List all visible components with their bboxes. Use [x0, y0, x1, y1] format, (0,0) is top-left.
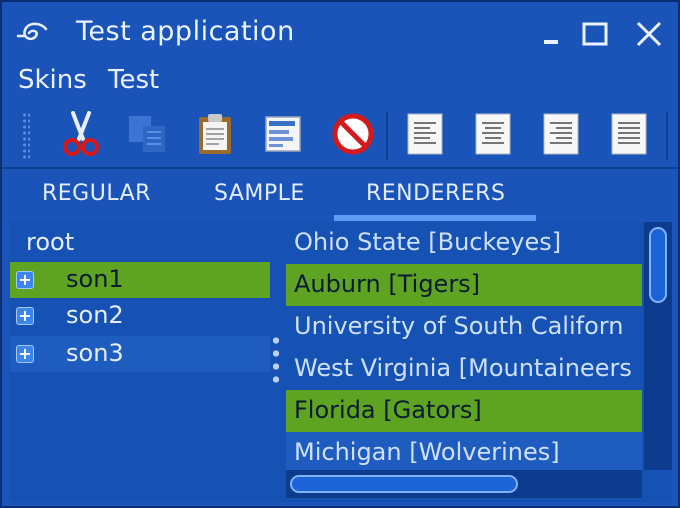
tree-node-son3[interactable]: + son3: [10, 336, 270, 372]
tree-node-label: son1: [66, 265, 124, 293]
align-left-icon: [407, 113, 443, 155]
tab-sample[interactable]: SAMPLE: [214, 181, 305, 206]
align-right-button[interactable]: [538, 110, 584, 158]
align-right-icon: [543, 113, 579, 155]
properties-icon: [265, 116, 301, 152]
tab-bar: REGULAR SAMPLE RENDERERS: [2, 167, 678, 221]
expand-icon[interactable]: +: [16, 307, 34, 325]
horizontal-scrollbar[interactable]: [286, 470, 642, 498]
align-justify-icon: [611, 113, 647, 155]
list-item-label: University of South Californ: [294, 312, 624, 340]
maximize-icon[interactable]: [578, 16, 612, 52]
vertical-scrollbar[interactable]: [644, 222, 672, 470]
paste-icon: [199, 114, 231, 154]
vertical-scroll-thumb[interactable]: [649, 227, 667, 303]
list-item[interactable]: Ohio State [Buckeyes]: [286, 222, 642, 264]
minimize-icon[interactable]: [532, 16, 566, 52]
menu-test[interactable]: Test: [108, 65, 159, 95]
list-item[interactable]: Michigan [Wolverines]: [286, 432, 642, 470]
tab-renderers[interactable]: RENDERERS: [366, 181, 505, 206]
toolbar-separator: [386, 112, 388, 160]
split-pane-divider[interactable]: [272, 334, 280, 386]
stop-icon: [332, 113, 374, 155]
copy-icon: [129, 116, 165, 152]
horizontal-scroll-thumb[interactable]: [290, 475, 518, 493]
list-item[interactable]: University of South Californ: [286, 306, 642, 348]
expand-icon[interactable]: +: [16, 345, 34, 363]
list-item-label: West Virginia [Mountaineers: [294, 354, 632, 382]
stop-button[interactable]: [330, 110, 376, 158]
tree-node-son2[interactable]: + son2: [10, 298, 270, 334]
tree-node-label: son2: [66, 301, 124, 329]
expand-icon[interactable]: +: [16, 271, 34, 289]
list-item[interactable]: Auburn [Tigers]: [286, 264, 642, 306]
cut-button[interactable]: [58, 110, 104, 158]
align-justify-button[interactable]: [606, 110, 652, 158]
list-item-label: Ohio State [Buckeyes]: [294, 228, 562, 256]
cut-icon: [63, 111, 99, 156]
align-center-button[interactable]: [470, 110, 516, 158]
toolbar-separator: [666, 112, 668, 160]
list-item-label: Florida [Gators]: [294, 396, 482, 424]
selected-tab-indicator: [334, 215, 536, 221]
properties-button[interactable]: [260, 110, 306, 158]
paste-button[interactable]: [192, 110, 238, 158]
list-item[interactable]: West Virginia [Mountaineers: [286, 348, 642, 390]
list-item-label: Michigan [Wolverines]: [294, 438, 560, 466]
renderers-panel: root + son1 + son2 + son3 Ohio State [Bu…: [10, 222, 672, 502]
app-icon: [16, 22, 48, 41]
align-center-icon: [475, 113, 511, 155]
list-item-label: Auburn [Tigers]: [294, 270, 481, 298]
toolbar-grip[interactable]: [22, 112, 30, 160]
tree-view: root + son1 + son2 + son3: [10, 222, 272, 502]
toolbar: [2, 104, 678, 164]
title-bar[interactable]: Test application: [2, 2, 678, 64]
tree-root-label[interactable]: root: [26, 228, 74, 256]
application-window: Test application Skins Test REGULAR SAMP…: [0, 0, 680, 508]
menu-bar: Skins Test: [2, 62, 678, 104]
window-title: Test application: [76, 16, 295, 47]
copy-button[interactable]: [124, 110, 170, 158]
tree-node-son1[interactable]: + son1: [10, 262, 270, 298]
tree-node-label: son3: [66, 339, 124, 367]
close-icon[interactable]: [632, 16, 666, 52]
list-item[interactable]: Florida [Gators]: [286, 390, 642, 432]
menu-skins[interactable]: Skins: [18, 65, 87, 95]
tab-regular[interactable]: REGULAR: [42, 181, 151, 206]
team-list: Ohio State [Buckeyes] Auburn [Tigers] Un…: [286, 222, 642, 470]
align-left-button[interactable]: [402, 110, 448, 158]
